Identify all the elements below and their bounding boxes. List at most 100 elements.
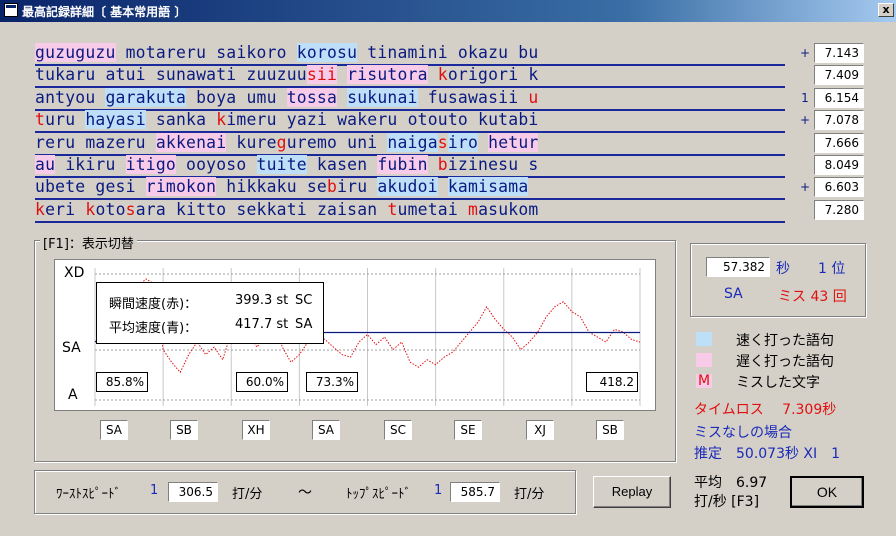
text-segment: reru mazeru	[35, 132, 156, 152]
text-line: ubete gesi rimokon hikkaku sebiru akudoi…	[35, 176, 785, 201]
sec-unit: 秒	[776, 261, 790, 277]
replay-button[interactable]: Replay	[593, 476, 671, 508]
window-title: 最高記録詳細〔 基本常用語 〕	[22, 5, 187, 19]
text-segment: hikkaku se	[216, 177, 327, 197]
line-mark: +	[799, 46, 811, 60]
class-label: SA	[724, 286, 743, 302]
text-segment: ubete gesi	[35, 177, 146, 197]
segment-percent-3: 73.3%	[306, 372, 358, 392]
text-segment: origori k	[447, 65, 539, 85]
text-segment: korosu	[296, 43, 358, 62]
text-line: au ikiru itigo ooyoso tuite kasen fubin …	[35, 154, 785, 178]
text-segment: guzuguzu	[35, 43, 116, 62]
text-segment: risutora	[347, 65, 428, 85]
miss-legend-label: ミスした文字	[736, 375, 820, 391]
range-tilde: 〜	[298, 485, 312, 501]
text-segment: eri	[45, 199, 86, 219]
y-label-a: A	[68, 387, 78, 403]
text-segment: u	[528, 87, 539, 107]
ok-button[interactable]: OK	[790, 476, 864, 508]
text-segment: tuite	[256, 155, 307, 174]
text-segment: iru	[337, 177, 378, 197]
top-speed-field: 585.7	[450, 482, 500, 502]
average-speed-line2: 打/秒 [F3]	[694, 494, 760, 510]
rank-label: 1 位	[818, 261, 846, 277]
line-time-field: 7.143	[814, 43, 864, 63]
line-mark: +	[799, 180, 811, 195]
line-mark: 1	[801, 90, 809, 105]
worst-speed-rank: 1	[150, 483, 159, 498]
instant-speed-label: 瞬間速度(赤)：	[109, 297, 198, 312]
text-segment: sii	[306, 65, 338, 85]
text-segment: sanka	[145, 110, 217, 130]
text-segment	[337, 88, 347, 107]
text-segment	[438, 177, 448, 196]
instant-speed-value: 399.3 st	[235, 293, 289, 308]
text-segment: motareru saikoro	[115, 43, 297, 62]
text-segment: s	[437, 132, 448, 152]
text-segment: akudoi	[377, 177, 438, 197]
text-segment: b	[437, 155, 448, 174]
segment-class-label: SB	[596, 420, 624, 440]
text-segment: oto	[95, 199, 126, 219]
text-segment: kamisama	[447, 177, 529, 197]
segment-class-label: XH	[242, 420, 270, 440]
text-line: guzuguzu motareru saikoro korosu tinamin…	[35, 42, 785, 66]
segment-class-label: SB	[170, 420, 198, 440]
text-segment: ooyoso	[175, 155, 257, 174]
text-segment	[337, 65, 347, 84]
segment-class-label: SA	[100, 420, 128, 440]
title-bar: 最高記録詳細〔 基本常用語 〕 x	[0, 0, 896, 22]
text-segment: kasen	[306, 155, 378, 174]
no-miss-title: ミスなしの場合	[694, 425, 792, 441]
average-speed-class: SA	[295, 317, 313, 332]
text-line: antyou garakuta boya umu tossa sukunai f…	[35, 87, 785, 111]
total-time-field: 57.382	[706, 257, 770, 277]
text-segment: akkenai	[155, 132, 227, 152]
y-label-xd: XD	[64, 265, 85, 281]
segment-class-label: XJ	[526, 420, 554, 440]
text-segment: iro	[447, 132, 479, 152]
close-button[interactable]: x	[878, 3, 894, 17]
segment-percent-2: 60.0%	[236, 372, 288, 392]
app-icon	[4, 3, 18, 17]
text-segment: tossa	[286, 87, 338, 107]
text-line: reru mazeru akkenai kureguremo uni naiga…	[35, 132, 785, 156]
text-segment: hayasi	[85, 110, 146, 130]
text-segment: fusawasii	[417, 87, 529, 107]
segment-percent-1: 85.8%	[96, 372, 148, 392]
slow-legend-label: 遅く打った語句	[736, 354, 834, 370]
no-miss-estimate: 推定 50.073秒 XI 1	[694, 446, 841, 462]
text-line: turu hayasi sanka kimeru yazi wakeru oto…	[35, 109, 785, 134]
worst-speed-label: ﾜｰｽﾄｽﾋﾟｰﾄﾞ	[56, 487, 121, 502]
text-segment: k	[216, 110, 227, 130]
text-segment: boya umu	[186, 87, 287, 107]
text-segment: fubin	[377, 155, 428, 174]
text-segment: sukunai	[347, 87, 418, 107]
line-time-field: 7.078	[814, 110, 864, 131]
text-segment: kure	[226, 132, 277, 152]
average-speed-line1: 平均 6.97	[694, 475, 768, 491]
line-time-field: 7.409	[814, 65, 864, 86]
line-mark: +	[799, 113, 811, 128]
text-segment	[428, 155, 438, 174]
text-segment: asukom	[478, 199, 539, 219]
display-toggle-label[interactable]: [F1]：表示切替	[40, 233, 137, 252]
instant-speed-class: SC	[295, 293, 313, 308]
line-time-field: 6.154	[814, 87, 864, 108]
text-segment: ara kitto sekkati zaisan	[135, 199, 388, 219]
speed-tooltip: 瞬間速度(赤)： 399.3 st SC 平均速度(青)： 417.7 st S…	[96, 282, 324, 344]
worst-speed-field: 306.5	[168, 482, 218, 502]
worst-speed-unit: 打/分	[232, 487, 263, 502]
segment-class-label: SC	[384, 420, 412, 440]
text-segment: k	[437, 65, 448, 85]
text-segment: garakuta	[105, 87, 187, 107]
text-segment: t	[35, 110, 46, 130]
top-speed-rank: 1	[434, 483, 443, 498]
miss-legend-swatch: M	[696, 373, 712, 389]
text-segment: umetai	[397, 199, 468, 219]
text-segment: izinesu s	[447, 155, 539, 174]
segment-class-label: SA	[312, 420, 340, 440]
text-segment: imeru yazi wakeru otouto kutabi	[226, 110, 539, 130]
text-segment: antyou	[35, 87, 106, 107]
